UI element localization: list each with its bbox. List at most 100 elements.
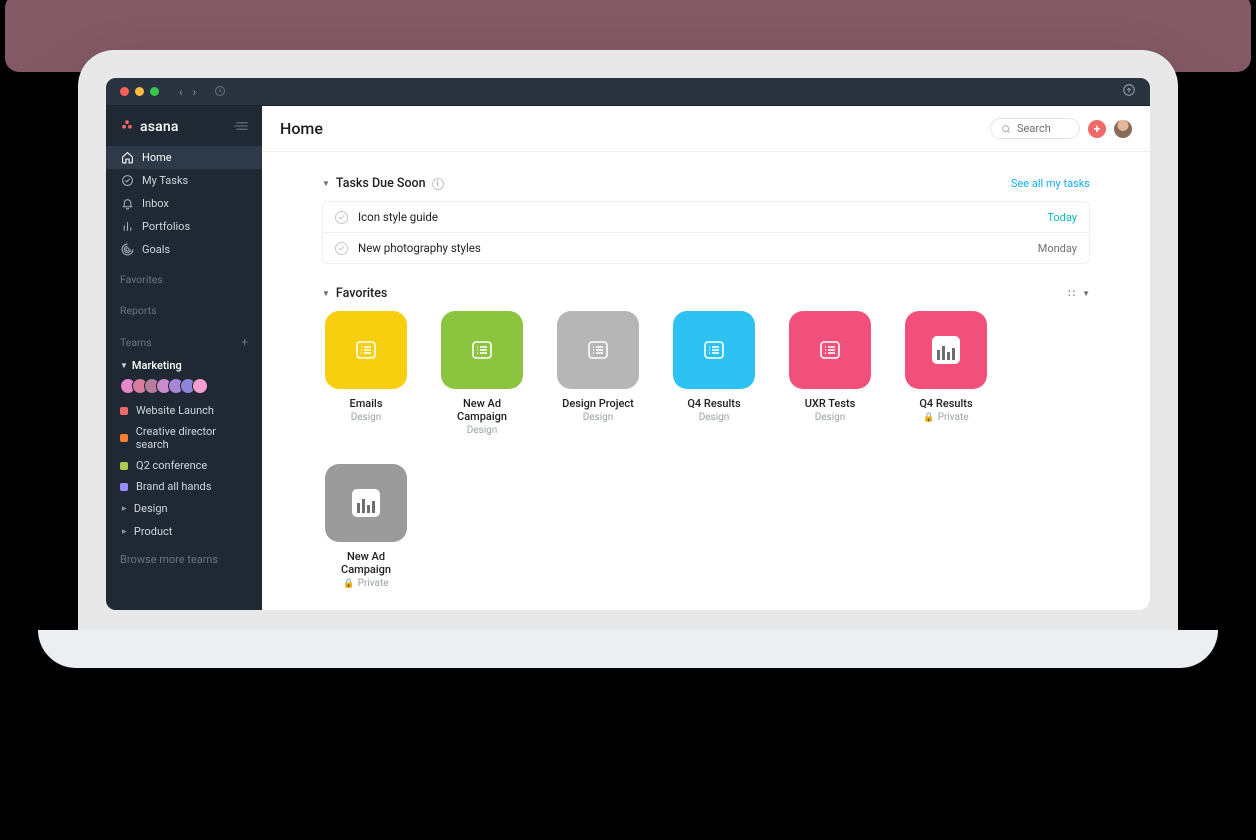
- project-color-icon: [120, 434, 128, 442]
- favorite-card[interactable]: New Ad Campaign Design: [438, 311, 526, 436]
- nav-label: Portfolios: [142, 220, 190, 233]
- chevron-down-icon[interactable]: ▼: [322, 179, 330, 188]
- project-label: Brand all hands: [136, 480, 211, 493]
- project-tile-icon: [325, 311, 407, 389]
- project-tile-icon: [789, 311, 871, 389]
- home-icon: [120, 151, 134, 164]
- nav-goals[interactable]: Goals: [106, 238, 262, 261]
- subteam-product[interactable]: ▼ Product: [106, 520, 262, 543]
- favorites-grid: EmailsDesignNew Ad CampaignDesignDesign …: [322, 311, 1090, 589]
- favorite-card[interactable]: New Ad Campaign 🔒Private: [322, 464, 410, 589]
- task-due: Monday: [1038, 242, 1077, 255]
- chevron-right-icon: ▼: [119, 505, 128, 513]
- sidebar-collapse-icon[interactable]: [232, 119, 248, 135]
- project-tile-icon: [557, 311, 639, 389]
- grid-view-icon: ∷: [1068, 287, 1076, 300]
- portfolio-tile-icon: [325, 464, 407, 542]
- subteam-design[interactable]: ▼ Design: [106, 497, 262, 520]
- browse-more-teams[interactable]: Browse more teams: [106, 543, 262, 576]
- primary-nav: Home My Tasks Inbox Portfolios: [106, 146, 262, 261]
- window-close-icon[interactable]: [120, 87, 129, 96]
- card-title: Design Project: [562, 397, 634, 410]
- favorites-header: ▼ Favorites ∷ ▼: [322, 286, 1090, 301]
- add-team-icon[interactable]: +: [241, 335, 248, 349]
- nav-portfolios[interactable]: Portfolios: [106, 215, 262, 238]
- card-title: Q4 Results: [919, 397, 972, 410]
- nav-my-tasks[interactable]: My Tasks: [106, 169, 262, 192]
- favorite-card[interactable]: Design Project Design: [554, 311, 642, 436]
- team-name: Marketing: [132, 359, 182, 372]
- bell-icon: [120, 197, 134, 210]
- favorite-card[interactable]: Q4 Results 🔒Private: [902, 311, 990, 436]
- favorite-card[interactable]: Q4 Results Design: [670, 311, 758, 436]
- avatar: [192, 378, 208, 394]
- chevron-down-icon[interactable]: ▼: [322, 289, 330, 298]
- target-icon: [120, 243, 134, 256]
- screen-bezel: ‹ › asana: [78, 50, 1178, 630]
- content-scroll[interactable]: ▼ Tasks Due Soon i See all my tasks Icon…: [262, 152, 1150, 610]
- brand[interactable]: asana: [106, 106, 262, 146]
- project-q2-conference[interactable]: Q2 conference: [106, 455, 262, 476]
- project-creative-director[interactable]: Creative director search: [106, 421, 262, 455]
- sidebar-teams-label[interactable]: Teams +: [106, 323, 262, 355]
- complete-checkbox-icon[interactable]: [335, 211, 348, 224]
- card-title: UXR Tests: [805, 397, 856, 410]
- chevron-down-icon: ▼: [1082, 289, 1090, 298]
- card-title: Q4 Results: [687, 397, 740, 410]
- main-panel: Home Search + ▼ Tasks Due Soon: [262, 106, 1150, 610]
- project-brand-all-hands[interactable]: Brand all hands: [106, 476, 262, 497]
- complete-checkbox-icon[interactable]: [335, 242, 348, 255]
- create-button[interactable]: +: [1088, 120, 1106, 138]
- card-subtitle: Design: [699, 412, 730, 423]
- sidebar-reports-label[interactable]: Reports: [106, 292, 262, 323]
- info-icon[interactable]: i: [432, 178, 444, 190]
- team-avatars[interactable]: [106, 376, 262, 400]
- nav-back-icon[interactable]: ‹: [179, 85, 183, 99]
- card-title: New Ad Campaign: [322, 550, 410, 576]
- task-list: Icon style guide Today New photography s…: [322, 201, 1090, 264]
- nav-inbox[interactable]: Inbox: [106, 192, 262, 215]
- history-icon[interactable]: [214, 82, 226, 101]
- see-all-tasks-link[interactable]: See all my tasks: [1011, 177, 1090, 190]
- task-row[interactable]: New photography styles Monday: [323, 233, 1089, 263]
- project-color-icon: [120, 407, 128, 415]
- chevron-down-icon: ▼: [120, 361, 128, 370]
- window-minimize-icon[interactable]: [135, 87, 144, 96]
- project-website-launch[interactable]: Website Launch: [106, 400, 262, 421]
- favorite-card[interactable]: UXR TestsDesign: [786, 311, 874, 436]
- project-tile-icon: [441, 311, 523, 389]
- upgrade-icon[interactable]: [1122, 83, 1136, 101]
- nav-label: Inbox: [142, 197, 169, 210]
- card-subtitle: Design: [467, 425, 498, 436]
- section-title: Tasks Due Soon: [336, 176, 426, 191]
- card-subtitle: Design: [583, 412, 614, 423]
- task-title: Icon style guide: [358, 210, 438, 224]
- nav-home[interactable]: Home: [106, 146, 262, 169]
- card-subtitle: Design: [351, 412, 382, 423]
- nav-label: My Tasks: [142, 174, 188, 187]
- project-label: Q2 conference: [136, 459, 207, 472]
- nav-forward-icon[interactable]: ›: [193, 85, 197, 99]
- section-title: Favorites: [336, 286, 387, 301]
- card-title: New Ad Campaign: [438, 397, 526, 423]
- lock-icon: 🔒: [923, 413, 934, 423]
- tasks-due-header: ▼ Tasks Due Soon i See all my tasks: [322, 176, 1090, 191]
- card-title: Emails: [350, 397, 383, 410]
- card-subtitle: 🔒Private: [343, 578, 388, 589]
- favorite-card[interactable]: Emails Design: [322, 311, 410, 436]
- project-color-icon: [120, 462, 128, 470]
- search-input[interactable]: Search: [990, 118, 1080, 139]
- window-maximize-icon[interactable]: [150, 87, 159, 96]
- card-subtitle: 🔒Private: [923, 412, 968, 423]
- task-row[interactable]: Icon style guide Today: [323, 202, 1089, 233]
- brand-name: asana: [140, 119, 179, 135]
- view-toggle[interactable]: ∷ ▼: [1068, 287, 1090, 300]
- nav-label: Home: [142, 151, 172, 164]
- window-titlebar: ‹ ›: [106, 78, 1150, 106]
- team-marketing[interactable]: ▼ Marketing: [106, 355, 262, 376]
- project-label: Creative director search: [136, 425, 248, 451]
- sidebar-favorites-label[interactable]: Favorites: [106, 261, 262, 292]
- page-title: Home: [280, 119, 323, 138]
- project-color-icon: [120, 483, 128, 491]
- user-avatar[interactable]: [1114, 120, 1132, 138]
